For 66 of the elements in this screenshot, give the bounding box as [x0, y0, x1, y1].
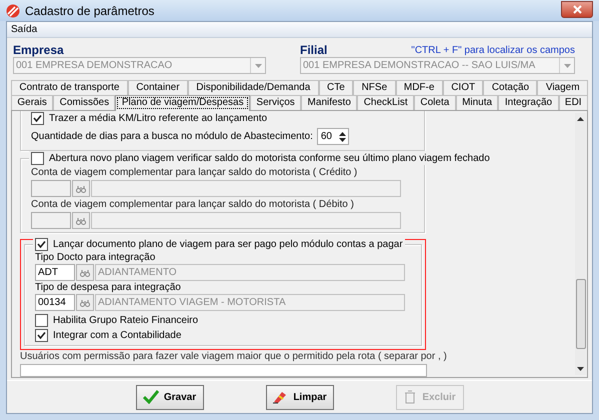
description-field: ADIANTAMENTO VIAGEM - MOTORISTA	[95, 294, 405, 311]
tab[interactable]: MDF-e	[396, 80, 443, 95]
tab[interactable]: Coleta	[414, 95, 456, 110]
binoculars-icon[interactable]	[72, 180, 90, 197]
close-icon	[572, 4, 582, 14]
code-field[interactable]	[31, 180, 71, 197]
checkbox[interactable]	[31, 112, 44, 124]
field-label: Filial	[300, 44, 328, 57]
tab[interactable]: Integração	[498, 95, 559, 110]
field-label: Conta de viagem complementar para lançar saldo do motorista ( Crédito )	[31, 167, 358, 179]
code-field[interactable]	[31, 212, 71, 229]
checkbox-label: Lançar documento plano de viagem para ser pago pelo módulo contas a pagar	[53, 238, 403, 252]
binoculars-icon[interactable]	[76, 294, 94, 311]
checkbox[interactable]	[31, 152, 44, 164]
code-field[interactable]: 00134	[35, 294, 75, 311]
tab[interactable]: Comissões	[53, 95, 116, 110]
tab[interactable]: Disponibilidade/Demanda	[188, 80, 319, 95]
code-field[interactable]: ADT	[35, 264, 75, 281]
checkbox-label: Integrar com a Contabilidade	[53, 328, 182, 342]
field-label: Quantidade de dias para a busca no módulo de Abastecimento:	[31, 130, 313, 144]
checkmark-icon	[142, 390, 159, 404]
checkbox-label: Habilita Grupo Rateio Financeiro	[53, 314, 198, 328]
tab[interactable]: Viagem	[537, 80, 588, 95]
caret-icon	[564, 64, 570, 68]
field-label: Conta de viagem complementar para lançar saldo do motorista ( Débito )	[31, 199, 355, 211]
tab[interactable]: Plano de viagem/Despesas	[115, 95, 250, 111]
checkbox-label: Trazer a média KM/Litro referente ao lançamento	[49, 112, 268, 126]
users-field[interactable]	[20, 364, 427, 377]
checkbox-label: Abertura novo plano viagem verificar saldo do motorista conforme seu último plano viagem fechado	[49, 152, 490, 166]
tab[interactable]: Minuta	[456, 95, 498, 110]
field-label: Tipo de despesa para integração	[35, 282, 182, 294]
tab[interactable]: CheckList	[357, 95, 414, 110]
app-logo-icon	[6, 4, 20, 18]
window-title: Cadastro de parâmetros	[25, 2, 154, 20]
tab[interactable]: Cotação	[483, 80, 538, 95]
description-field: ADIANTAMENTO	[95, 264, 405, 281]
field-label: Empresa	[13, 44, 64, 57]
field-label: Tipo Docto para integração	[35, 252, 156, 264]
tab[interactable]: CIOT	[442, 80, 484, 95]
tab[interactable]: Container	[128, 80, 188, 95]
tab[interactable]: EDI	[558, 95, 588, 110]
tab[interactable]: CTe	[318, 80, 354, 95]
field-label: Usuários com permissão para fazer vale viagem maior que o permitido pela rota ( separar por , )	[20, 350, 447, 364]
action-button[interactable]: Gravar	[136, 384, 204, 410]
up-arrow-icon	[339, 132, 346, 136]
tab[interactable]: Gerais	[11, 95, 54, 110]
tab[interactable]: NFSe	[353, 80, 396, 95]
tab[interactable]: Contrato de transporte	[11, 80, 128, 95]
hint-text: "CTRL + F" para localizar os campos	[411, 45, 575, 57]
down-arrow-icon	[339, 138, 346, 142]
binoculars-icon[interactable]	[72, 212, 90, 229]
checkbox[interactable]	[35, 314, 48, 326]
eraser-icon	[272, 390, 288, 404]
scrollbar[interactable]	[575, 113, 586, 375]
tab[interactable]: Manifesto	[301, 95, 358, 110]
caret-icon	[254, 64, 262, 68]
checkbox[interactable]	[35, 238, 48, 250]
tab[interactable]: Serviços	[250, 95, 302, 110]
binoculars-icon[interactable]	[76, 264, 94, 281]
checkbox[interactable]	[35, 328, 48, 342]
action-button[interactable]: Limpar	[266, 384, 334, 410]
trash-icon	[403, 390, 418, 404]
menu-item[interactable]: Saída	[10, 22, 38, 37]
number-spinner[interactable]: 60	[316, 128, 349, 145]
scroll-thumb[interactable]	[576, 279, 586, 349]
close-button[interactable]	[561, 0, 593, 18]
